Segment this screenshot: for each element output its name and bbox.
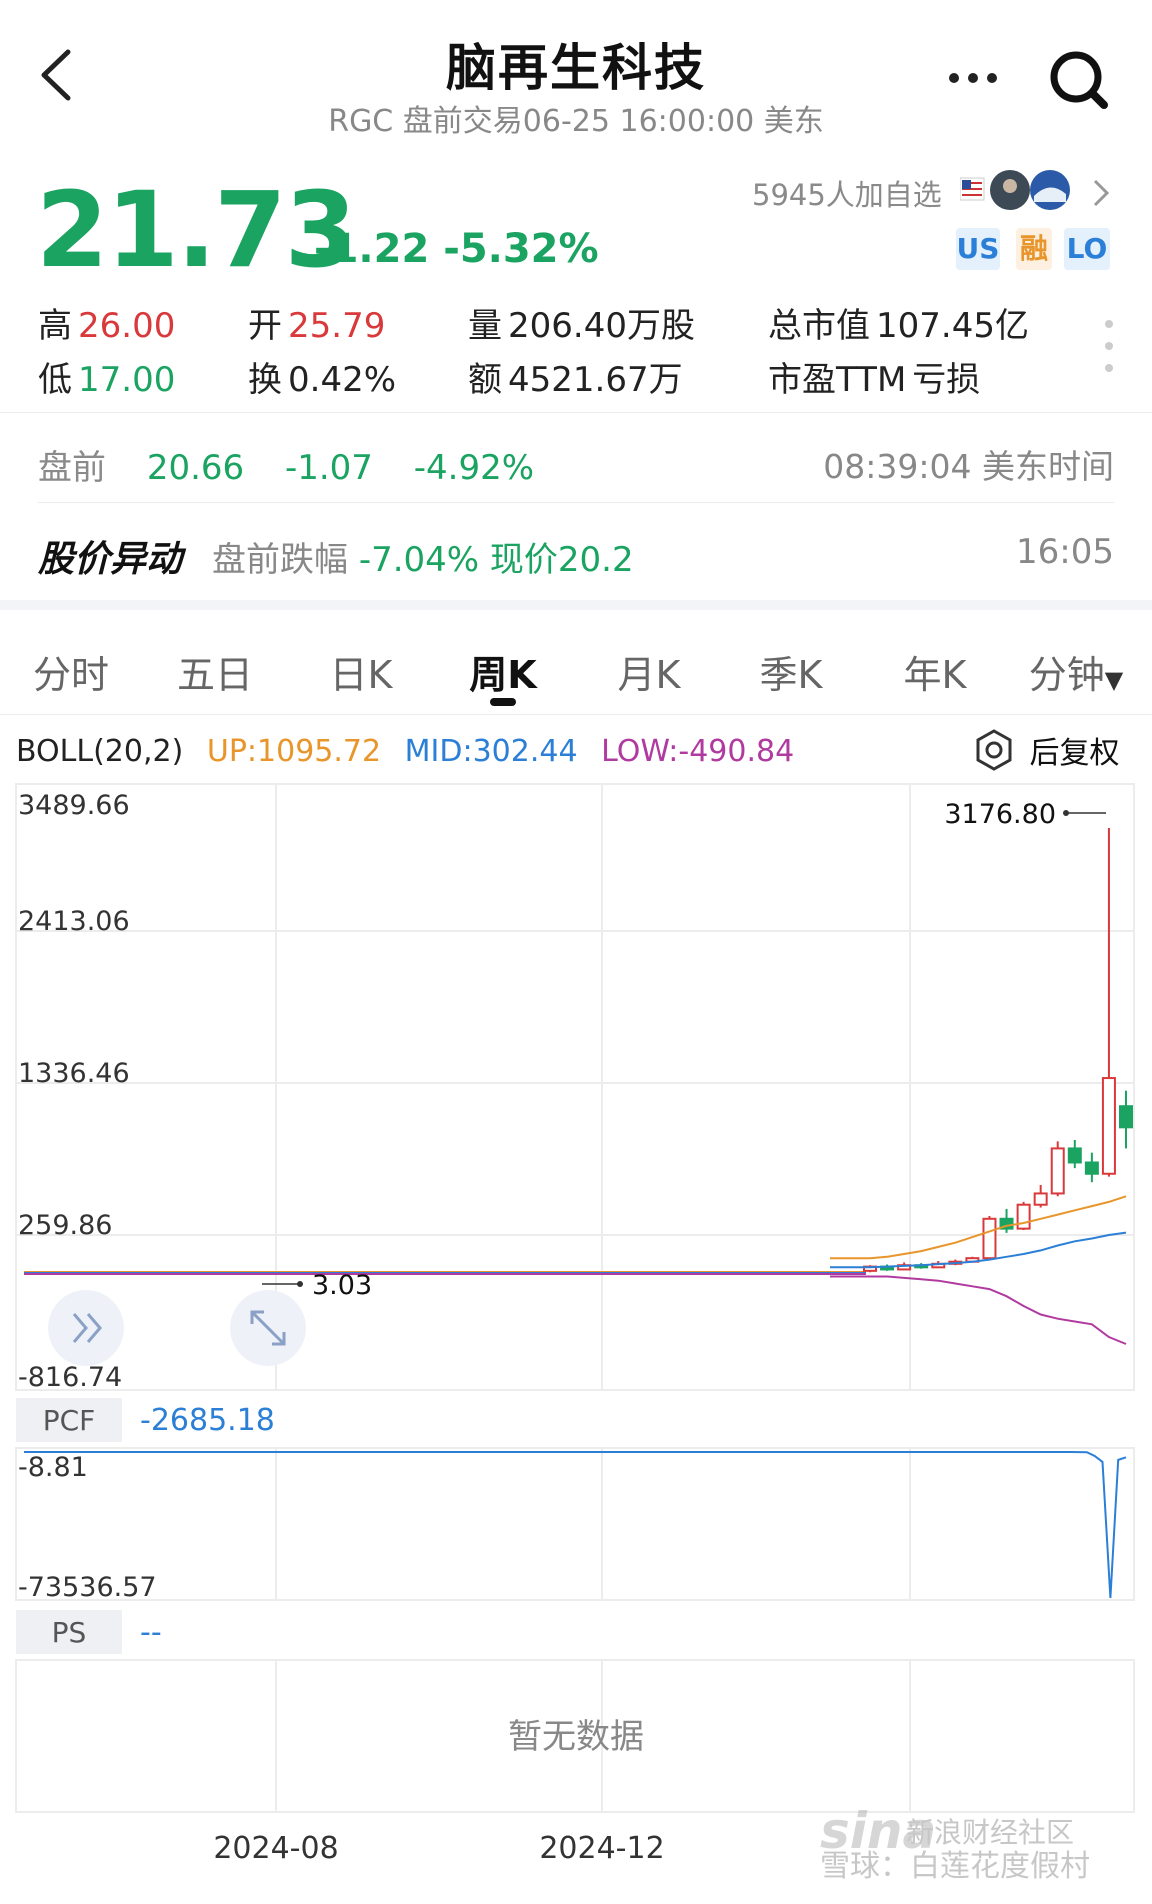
expand-stats-icon[interactable] [1104,318,1114,374]
last-price: 21.73 [36,169,357,291]
divider [0,714,1152,715]
market-tag-us[interactable]: US [956,228,1000,270]
candle-body[interactable] [1067,1147,1082,1164]
chart-grid [15,783,1135,1813]
tab-intraday[interactable]: 分时 [16,644,126,699]
max-price-marker: 3176.80 [944,799,1106,830]
y-tick-label: 2413.06 [18,906,130,937]
pcf-y-tick: -8.81 [18,1452,88,1483]
max-price-label: 3176.80 [944,799,1056,830]
candle-body[interactable] [1101,1077,1116,1175]
x-tick-label: 2024-08 [213,1831,338,1866]
active-tab-indicator [490,698,516,706]
margin-tag[interactable]: 融 [1016,228,1052,270]
ps-label: PS [52,1616,87,1649]
fullscreen-button[interactable] [230,1290,306,1366]
price-change: -1.22 -5.32% [314,226,599,272]
dropdown-icon: ▼ [1104,666,1124,694]
pcf-y-tick: -73536.57 [18,1572,157,1603]
page-subtitle: RGC 盘前交易06-25 16:00:00 美东 [328,104,824,139]
flag-avatar-icon [959,177,985,201]
min-price-label: 3.03 [312,1270,372,1301]
divider [38,502,1114,503]
stat-open: 开 25.79 [248,306,386,346]
candle-body[interactable] [1016,1203,1031,1230]
boll-low-line [830,1275,1127,1345]
watermark-caption: 新浪财经社区 [906,1816,1074,1849]
premarket-quote: 盘前 20.66 -1.07 -4.92% [38,448,535,488]
tab-monthly-k[interactable]: 月K [594,644,704,699]
tab-minute[interactable]: 分钟▼ [1016,644,1136,699]
boll-history [24,1271,866,1275]
pcf-label: PCF [43,1404,96,1437]
indicator-name: BOLL(20,2) [16,734,184,769]
boll-up: UP:1095.72 [206,734,382,769]
candle-body[interactable] [1033,1192,1048,1206]
premarket-time: 08:39:04 美东时间 [823,447,1114,486]
price-alert-title[interactable]: 股价异动 [38,530,182,582]
search-icon [1050,51,1108,109]
watermark-author: 雪球：白莲花度假村 [820,1849,1090,1880]
candle-body[interactable] [1084,1161,1099,1175]
y-tick-label: 259.86 [18,1210,112,1241]
boll-mid: MID:302.44 [404,734,578,769]
price-alert-text[interactable]: 盘前跌幅 -7.04% 现价20.2 [212,532,634,581]
stat-market-cap: 总市值 107.45亿 [768,306,1029,346]
divider [0,412,1152,413]
more-button[interactable] [940,52,1010,102]
options-tag[interactable]: LO [1064,228,1110,270]
stat-pe-ttm: 市盈TTM 亏损 [768,360,981,400]
adjust-toggle[interactable]: 后复权 [972,728,1120,772]
kline-chart[interactable]: 3489.66 2413.06 1336.46 259.86 -816.74 3… [0,780,1152,1880]
candle-body[interactable] [1050,1147,1065,1195]
price-alert-time: 16:05 [1016,532,1114,572]
more-dots-icon [949,73,997,83]
tab-five-day[interactable]: 五日 [160,644,270,699]
watchlist-count: 5945人加自选 [752,178,942,212]
stat-amount: 额 4521.67万 [468,360,683,400]
stat-turnover: 换 0.42% [248,360,397,400]
stat-volume: 量 206.40万股 [468,306,695,346]
boll-legend[interactable]: BOLL(20,2) UP:1095.72 MID:302.44 LOW:-49… [16,734,808,769]
settings-icon [976,729,1012,771]
candle-body[interactable] [982,1217,997,1260]
no-data-text: 暂无数据 [508,1717,644,1757]
search-button[interactable] [1040,40,1120,120]
boll-up-line [830,1195,1127,1260]
watermark: sina 新浪财经社区 雪球：白莲花度假村 [820,1802,1090,1880]
x-tick-label: 2024-12 [539,1831,664,1866]
ps-value: -- [140,1615,162,1650]
y-tick-label: -816.74 [18,1362,122,1393]
section-divider [0,600,1152,610]
tab-quarterly-k[interactable]: 季K [736,644,846,699]
tab-daily-k[interactable]: 日K [306,644,416,699]
y-tick-label: 1336.46 [18,1058,130,1089]
chevron-right-icon[interactable] [1090,176,1112,219]
stat-low: 低 17.00 [38,360,176,400]
y-tick-label: 3489.66 [18,790,130,821]
boll-low: LOW:-490.84 [601,734,795,769]
pcf-line [24,1451,1127,1599]
watcher-avatars[interactable] [959,166,1080,216]
pcf-value: -2685.18 [140,1403,275,1438]
stat-high: 高 26.00 [38,306,176,346]
scroll-to-latest-button[interactable] [48,1290,124,1366]
tab-weekly-k[interactable]: 周K [448,644,558,699]
tab-yearly-k[interactable]: 年K [880,644,990,699]
candle-body[interactable] [1119,1105,1133,1129]
